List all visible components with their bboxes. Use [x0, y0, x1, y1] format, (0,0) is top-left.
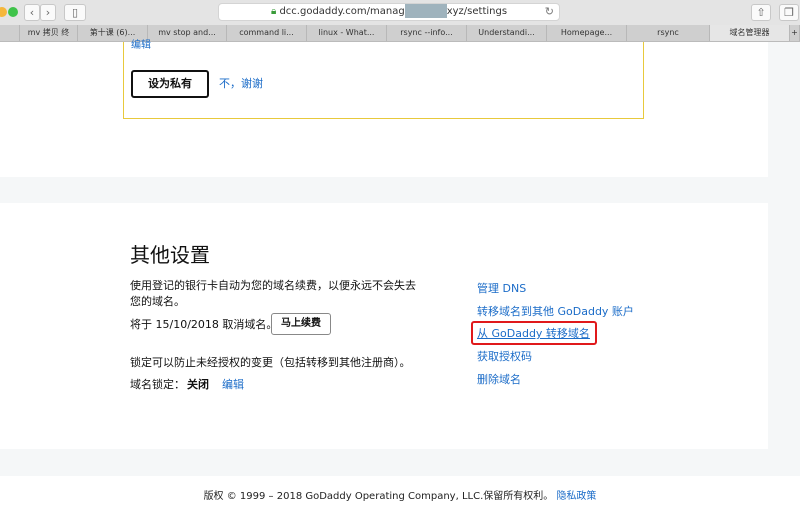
lock-edit-link[interactable]: 编辑 [222, 377, 244, 393]
tab-bar: mv 拷贝 终 第十课 (6)... mv stop and... comman… [0, 25, 800, 42]
cancel-text: 将于 15/10/2018 取消域名。 [130, 318, 278, 331]
lock-icon: 🔒︎ [270, 6, 277, 17]
tab-partial[interactable] [0, 25, 20, 41]
tabs-overview-icon[interactable]: ❐ [779, 4, 799, 21]
copyright: 版权 © 1999 – 2018 GoDaddy Operating Compa… [203, 491, 554, 502]
lock-label: 域名锁定： [130, 378, 185, 391]
delete-domain-link[interactable]: 删除域名 [477, 372, 521, 388]
footer: 版权 © 1999 – 2018 GoDaddy Operating Compa… [0, 476, 800, 520]
url-text-suffix: xyz/settings [446, 6, 508, 17]
privacy-policy-link[interactable]: 隐私政策 [556, 491, 596, 502]
tab[interactable]: linux - What... [307, 25, 387, 41]
tab[interactable]: mv 拷贝 终 [20, 25, 78, 41]
renew-now-button[interactable]: 马上续费 [271, 313, 331, 335]
forward-button[interactable]: › [40, 4, 56, 21]
edit-link[interactable]: 编辑 [131, 38, 151, 54]
url-text: dcc.godaddy.com/manag [279, 6, 405, 17]
tab[interactable]: mv stop and... [148, 25, 227, 41]
auto-renew-text: 使用登记的银行卡自动为您的域名续费，以便永远不会失去您的域名。 [130, 279, 416, 308]
manage-dns-link[interactable]: 管理 DNS [477, 281, 526, 297]
section-title: 其他设置 [130, 243, 210, 267]
browser-toolbar: ‹ › ▯ 🔒︎ dcc.godaddy.com/manag xyz/settin… [0, 0, 800, 25]
tab[interactable]: Understandi... [467, 25, 547, 41]
tab[interactable]: command li... [227, 25, 307, 41]
transfer-away-link[interactable]: 从 GoDaddy 转移域名 [477, 326, 590, 342]
sidebar-icon[interactable]: ▯ [64, 4, 86, 21]
lock-value: 关闭 [187, 378, 209, 391]
minimize-dot[interactable] [0, 7, 7, 17]
share-icon[interactable]: ⇧ [751, 4, 771, 21]
redacted-url [404, 4, 447, 18]
transfer-to-account-link[interactable]: 转移域名到其他 GoDaddy 账户 [477, 304, 634, 320]
tab[interactable]: Homepage... [547, 25, 627, 41]
tab[interactable]: rsync [627, 25, 710, 41]
decline-link[interactable]: 不，谢谢 [219, 76, 263, 92]
address-bar[interactable]: 🔒︎ dcc.godaddy.com/manag xyz/settings ↻ [218, 3, 560, 21]
auth-code-link[interactable]: 获取授权码 [477, 349, 532, 365]
new-tab-button[interactable]: + [790, 25, 800, 41]
reload-icon[interactable]: ↻ [545, 4, 554, 20]
tab-active[interactable]: 域名管理器 [710, 25, 790, 41]
other-settings-card: 其他设置 使用登记的银行卡自动为您的域名续费，以便永远不会失去您的域名。 将于 … [0, 203, 768, 449]
lock-text: 锁定可以防止未经授权的变更（包括转移到其他注册商）。 [130, 356, 411, 369]
zoom-dot[interactable] [8, 7, 18, 17]
privacy-box: 编辑 设为私有 不，谢谢 [123, 40, 644, 119]
make-private-button[interactable]: 设为私有 [131, 70, 209, 98]
tab[interactable]: rsync --info... [387, 25, 467, 41]
back-button[interactable]: ‹ [24, 4, 40, 21]
